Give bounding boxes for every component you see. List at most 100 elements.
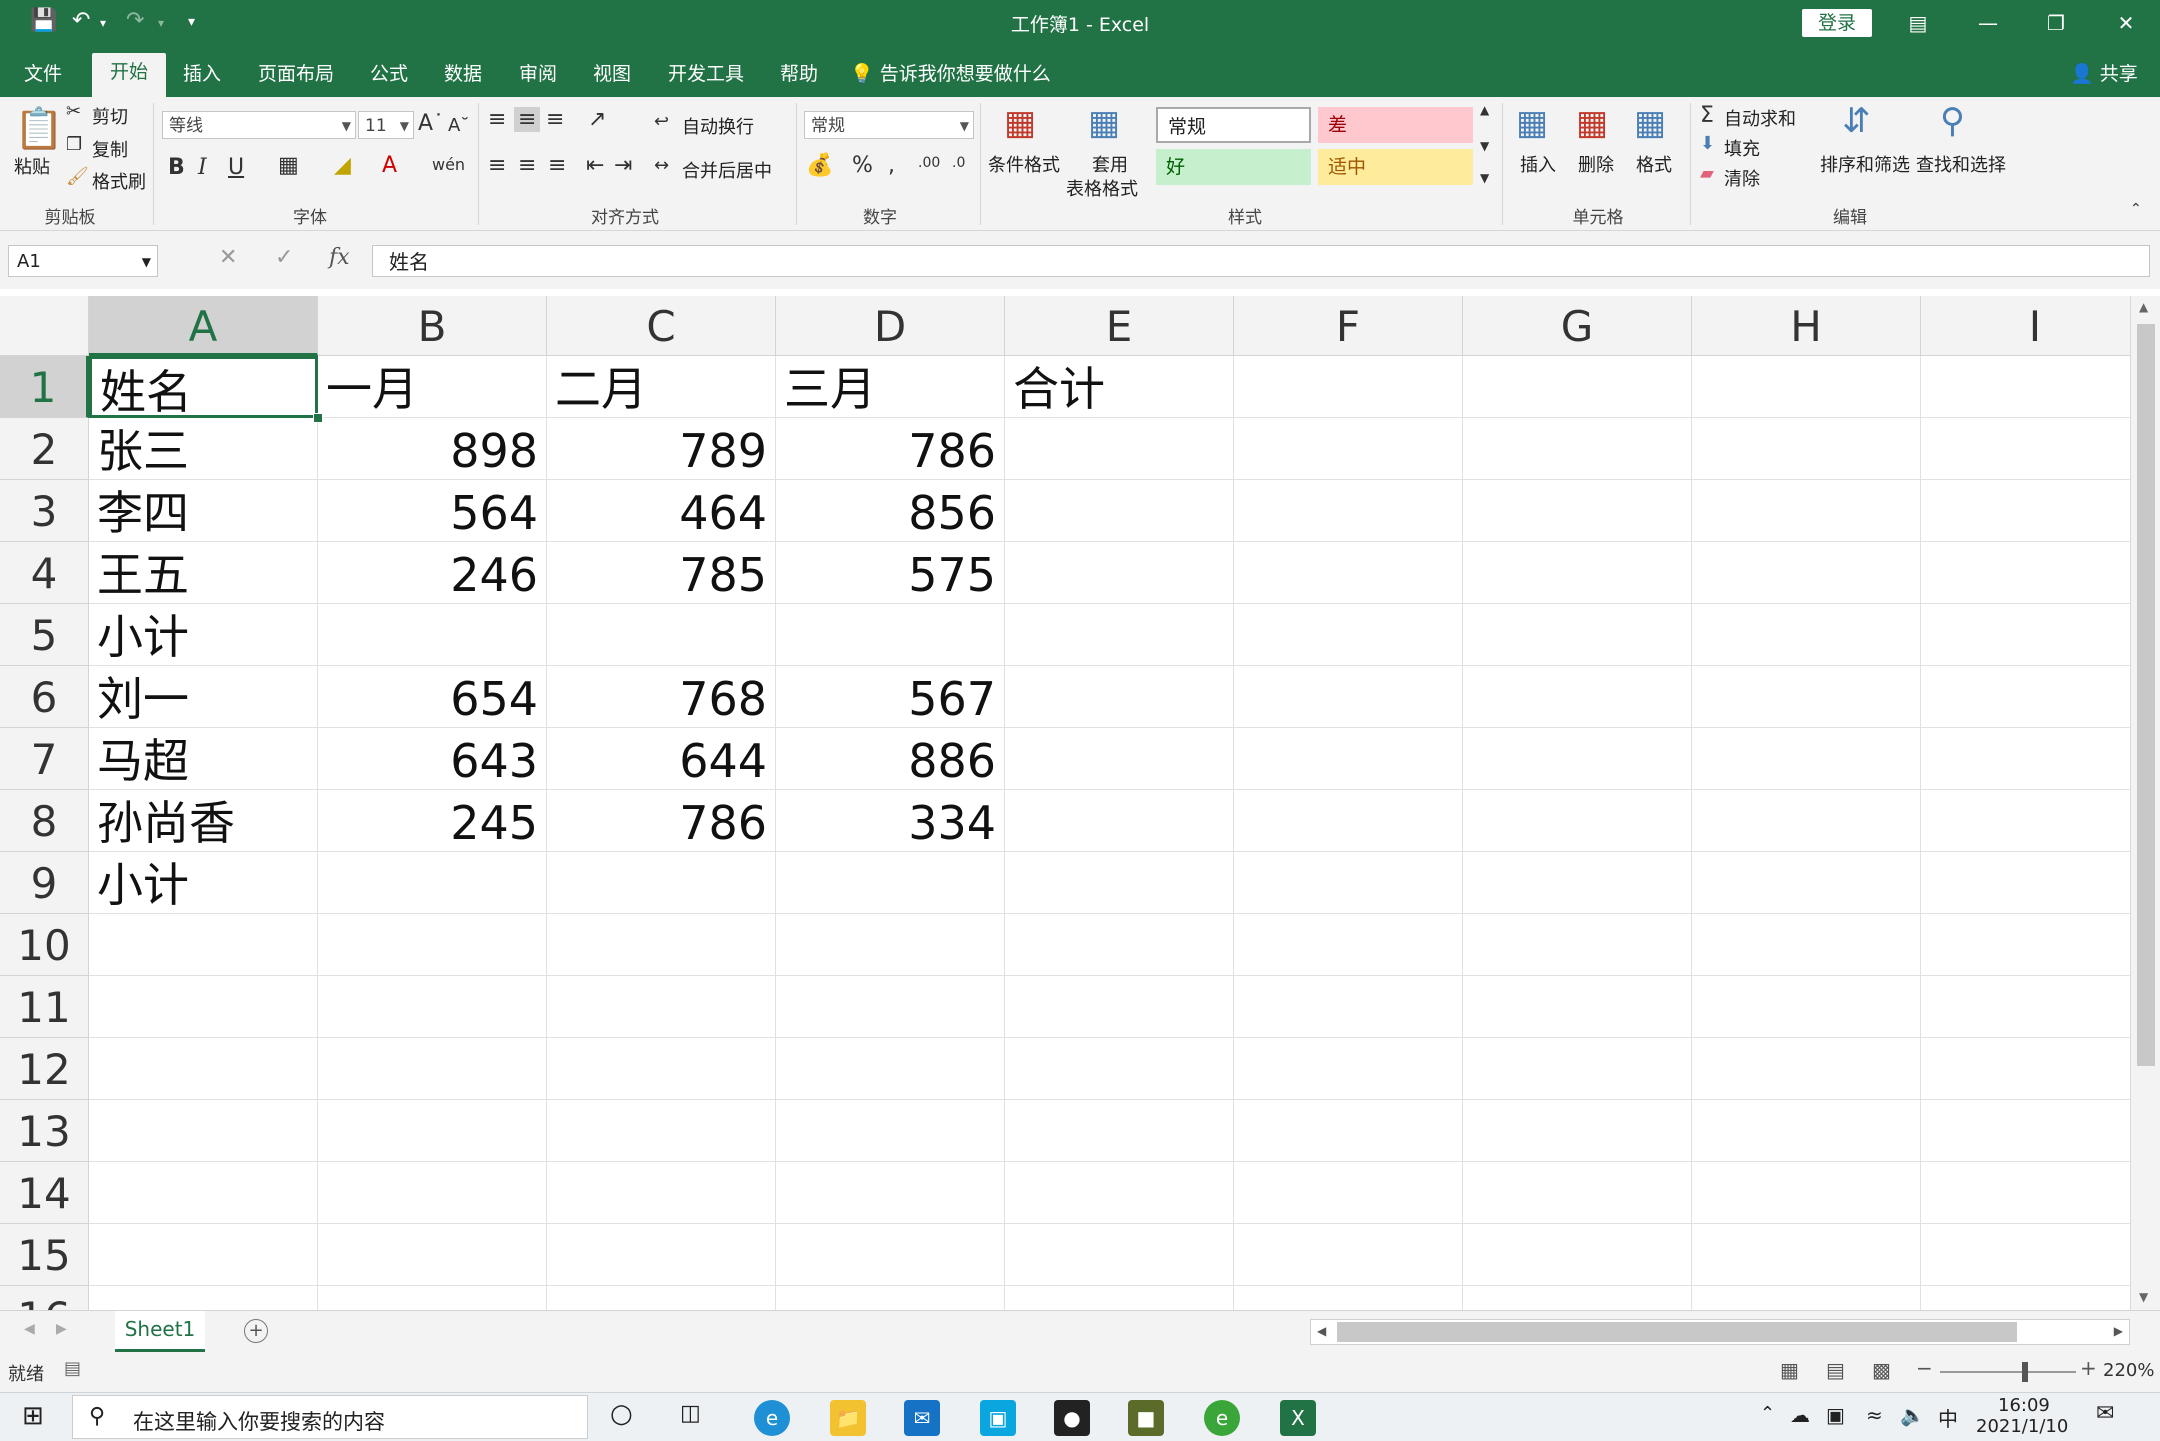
cell-e10[interactable] <box>1005 914 1234 976</box>
cell-d11[interactable] <box>776 976 1005 1038</box>
close-icon[interactable]: ✕ <box>2096 6 2156 40</box>
cell-f2[interactable] <box>1234 418 1463 480</box>
cell-a7[interactable]: 马超 <box>89 728 318 790</box>
volume-icon[interactable]: 🔈 <box>1900 1403 1925 1427</box>
cell-c13[interactable] <box>547 1100 776 1162</box>
notification-icon[interactable]: ✉ <box>2096 1401 2114 1426</box>
format-cells-button[interactable]: 格式 <box>1636 151 1672 177</box>
format-painter-icon[interactable]: 🖌 <box>66 166 89 187</box>
cell-d10[interactable] <box>776 914 1005 976</box>
cell-h4[interactable] <box>1692 542 1921 604</box>
row-header-13[interactable]: 13 <box>0 1100 89 1162</box>
cell-d15[interactable] <box>776 1224 1005 1286</box>
tab-file[interactable]: 文件 <box>24 59 62 86</box>
cell-c3[interactable]: 464 <box>547 480 776 542</box>
clock-time[interactable]: 16:09 <box>1998 1395 2050 1416</box>
cell-c6[interactable]: 768 <box>547 666 776 728</box>
scissors-icon[interactable]: ✂ <box>66 101 81 122</box>
comma-style-icon[interactable]: , <box>888 153 895 178</box>
cell-h9[interactable] <box>1692 852 1921 914</box>
cell-g16[interactable] <box>1463 1286 1692 1310</box>
column-header-d[interactable]: D <box>776 296 1005 356</box>
cell-f14[interactable] <box>1234 1162 1463 1224</box>
cell-g5[interactable] <box>1463 604 1692 666</box>
tab-home[interactable]: 开始 <box>92 53 167 97</box>
cell-e11[interactable] <box>1005 976 1234 1038</box>
onedrive-icon[interactable]: ☁ <box>1790 1403 1810 1427</box>
insert-cells-button[interactable]: 插入 <box>1520 151 1556 177</box>
tab-help[interactable]: 帮助 <box>780 59 818 86</box>
cell-c10[interactable] <box>547 914 776 976</box>
cell-c2[interactable]: 789 <box>547 418 776 480</box>
row-header-5[interactable]: 5 <box>0 604 89 666</box>
cell-d4[interactable]: 575 <box>776 542 1005 604</box>
cell-h1[interactable] <box>1692 356 1921 418</box>
edge-browser-icon[interactable]: e <box>754 1400 790 1436</box>
cell-i5[interactable] <box>1921 604 2130 666</box>
cell-d9[interactable] <box>776 852 1005 914</box>
cell-e15[interactable] <box>1005 1224 1234 1286</box>
cell-e3[interactable] <box>1005 480 1234 542</box>
cell-a15[interactable] <box>89 1224 318 1286</box>
cell-e7[interactable] <box>1005 728 1234 790</box>
cell-f5[interactable] <box>1234 604 1463 666</box>
row-header-16[interactable]: 16 <box>0 1286 89 1310</box>
underline-button[interactable]: U <box>228 155 244 180</box>
orientation-icon[interactable]: ↗ <box>588 107 606 132</box>
tab-developer[interactable]: 开发工具 <box>668 59 744 86</box>
align-left-icon[interactable]: ≡ <box>488 153 506 178</box>
cell-e16[interactable] <box>1005 1286 1234 1310</box>
percent-icon[interactable]: % <box>852 153 873 178</box>
format-as-table-line2[interactable]: 表格格式 <box>1066 175 1138 201</box>
cell-e9[interactable] <box>1005 852 1234 914</box>
align-center-icon[interactable]: ≡ <box>518 153 536 178</box>
zoom-in-icon[interactable]: + <box>2080 1356 2097 1380</box>
styles-more-icon[interactable]: ▼ <box>1480 171 1489 185</box>
cell-d3[interactable]: 856 <box>776 480 1005 542</box>
cut-button[interactable]: 剪切 <box>92 103 128 129</box>
vertical-scroll-thumb[interactable] <box>2137 324 2155 1066</box>
increase-decimal-icon[interactable]: .00 <box>918 155 940 171</box>
cell-a13[interactable] <box>89 1100 318 1162</box>
cell-b5[interactable] <box>318 604 547 666</box>
cell-g8[interactable] <box>1463 790 1692 852</box>
cell-b11[interactable] <box>318 976 547 1038</box>
accounting-format-icon[interactable]: 💰 <box>806 153 833 178</box>
cell-i14[interactable] <box>1921 1162 2130 1224</box>
clear-button[interactable]: 清除 <box>1724 165 1760 191</box>
cell-b13[interactable] <box>318 1100 547 1162</box>
horizontal-scrollbar[interactable]: ◀ ▶ <box>1310 1319 2130 1345</box>
delete-cells-button[interactable]: 删除 <box>1578 151 1614 177</box>
cell-f15[interactable] <box>1234 1224 1463 1286</box>
increase-indent-icon[interactable]: ⇥ <box>614 153 632 178</box>
ime-indicator[interactable]: 中 <box>1938 1403 1958 1432</box>
align-right-icon[interactable]: ≡ <box>548 153 566 178</box>
fill-color-icon[interactable]: ◢ <box>334 153 351 178</box>
tab-data[interactable]: 数据 <box>444 59 482 86</box>
format-painter-button[interactable]: 格式刷 <box>92 168 146 194</box>
style-normal[interactable]: 常规 <box>1156 107 1311 143</box>
increase-font-icon[interactable]: A˙ <box>418 111 444 136</box>
zoom-out-icon[interactable]: − <box>1916 1356 1933 1380</box>
cell-e2[interactable] <box>1005 418 1234 480</box>
cell-i11[interactable] <box>1921 976 2130 1038</box>
zoom-slider-handle[interactable] <box>2022 1362 2028 1382</box>
cell-a12[interactable] <box>89 1038 318 1100</box>
cell-h2[interactable] <box>1692 418 1921 480</box>
cell-f9[interactable] <box>1234 852 1463 914</box>
cell-h15[interactable] <box>1692 1224 1921 1286</box>
store-icon[interactable]: ▣ <box>980 1400 1016 1436</box>
fill-button[interactable]: 填充 <box>1724 135 1760 161</box>
italic-button[interactable]: I <box>198 155 207 180</box>
zoom-level[interactable]: 220% <box>2103 1360 2154 1381</box>
cell-d7[interactable]: 886 <box>776 728 1005 790</box>
cell-h11[interactable] <box>1692 976 1921 1038</box>
cell-h13[interactable] <box>1692 1100 1921 1162</box>
scroll-down-icon[interactable]: ▼ <box>2139 1290 2148 1304</box>
page-layout-view-icon[interactable]: ▤ <box>1826 1358 1845 1382</box>
cell-c12[interactable] <box>547 1038 776 1100</box>
cell-h14[interactable] <box>1692 1162 1921 1224</box>
row-header-14[interactable]: 14 <box>0 1162 89 1224</box>
column-header-b[interactable]: B <box>318 296 547 356</box>
cell-a14[interactable] <box>89 1162 318 1224</box>
